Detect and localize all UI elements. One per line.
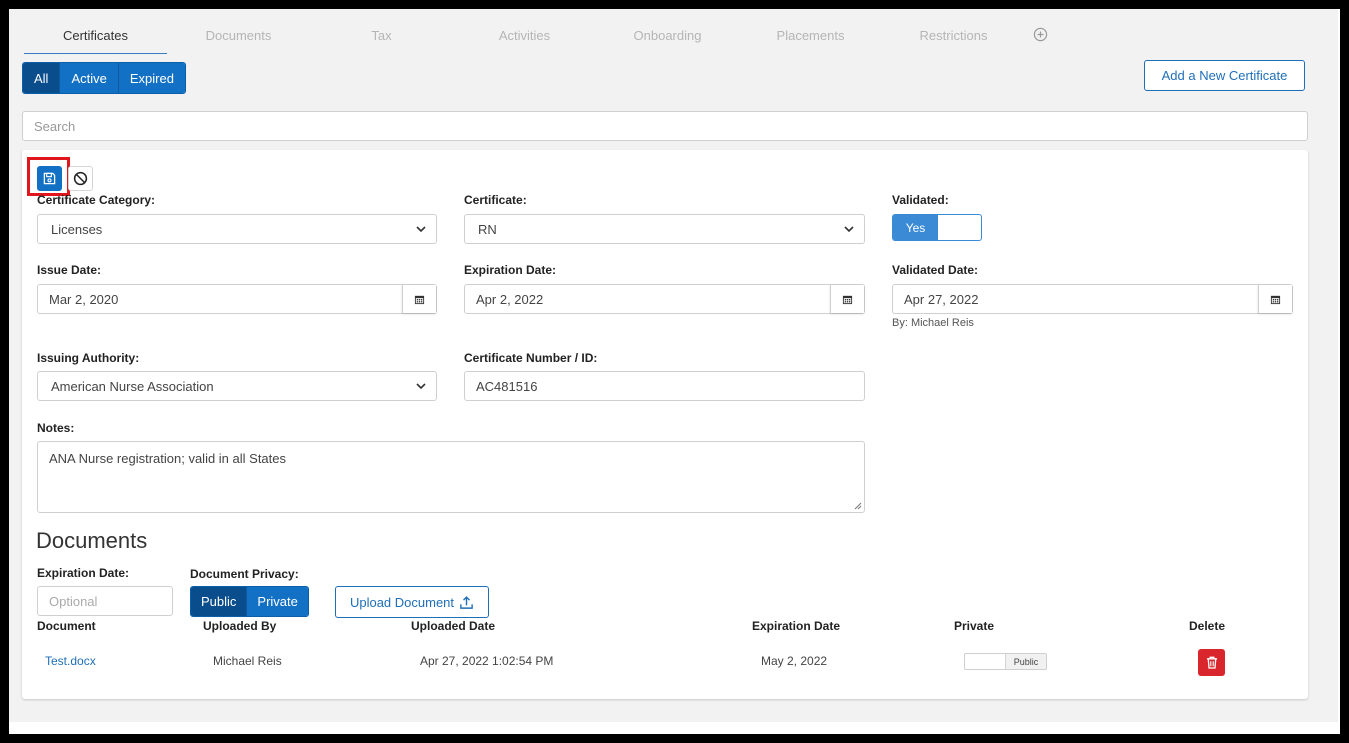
tab-placements[interactable]: Placements [739,23,882,54]
column-header-expiration-date: Expiration Date [752,619,841,633]
tab-bar: Certificates Documents Tax Activities On… [24,23,1055,55]
filter-all-button[interactable]: All [23,63,61,93]
certificate-category-label: Certificate Category: [37,193,156,207]
tab-tax[interactable]: Tax [310,23,453,54]
add-new-certificate-button[interactable]: Add a New Certificate [1144,60,1305,91]
notes-label: Notes: [37,421,75,435]
issue-date-label: Issue Date: [37,263,102,277]
delete-document-button[interactable] [1198,649,1225,676]
validated-by-text: By: Michael Reis [892,317,974,329]
trash-icon [1206,656,1217,669]
filter-active-button[interactable]: Active [60,63,119,93]
filter-expired-button[interactable]: Expired [118,63,185,93]
app-screen: Certificates Documents Tax Activities On… [9,9,1338,722]
certificate-number-value: AC481516 [476,378,538,394]
add-tab-button[interactable] [1025,23,1055,51]
issuing-authority-label: Issuing Authority: [37,351,140,365]
document-expiration-label: Expiration Date: [37,566,130,580]
column-header-private: Private [954,619,995,633]
certificate-number-label: Certificate Number / ID: [464,351,598,365]
tab-certificates[interactable]: Certificates [24,23,167,54]
privacy-toggle-label: Public [1005,654,1046,669]
certificate-select[interactable]: RN [464,214,865,244]
validated-date-value: Apr 27, 2022 [904,291,979,307]
column-header-delete: Delete [1189,619,1226,633]
chevron-down-icon [416,226,426,233]
expiration-date-value: Apr 2, 2022 [476,291,544,307]
certificate-category-value: Licenses [51,221,103,237]
validated-date-calendar-button[interactable] [1258,285,1292,313]
upload-document-label: Upload Document [349,594,455,610]
expiration-date-field[interactable]: Apr 2, 2022 [464,284,865,314]
status-filter-group: All Active Expired [22,62,186,94]
upload-document-button[interactable]: Upload Document [335,586,489,618]
tab-activities[interactable]: Activities [453,23,596,54]
tab-documents[interactable]: Documents [167,23,310,54]
ban-icon [73,171,88,186]
issuing-authority-select[interactable]: American Nurse Association [37,371,437,401]
expiration-date-calendar-button[interactable] [830,285,864,313]
documents-heading: Documents [36,528,148,553]
validated-toggle-value: Yes [893,215,938,240]
validated-label: Validated: [892,193,949,207]
certificate-label: Certificate: [464,193,527,207]
expiration-date-cell: May 2, 2022 [761,654,828,668]
document-privacy-toggle[interactable]: Public [964,653,1047,670]
certificate-number-input[interactable]: AC481516 [464,371,865,401]
issue-date-calendar-button[interactable] [402,285,436,313]
tab-restrictions[interactable]: Restrictions [882,23,1025,54]
save-button[interactable] [37,166,62,191]
document-privacy-label: Document Privacy: [190,567,299,581]
privacy-toggle-knob [965,654,1005,669]
calendar-icon [414,295,425,304]
document-privacy-group: Public Private [190,586,309,617]
issuing-authority-value: American Nurse Association [51,378,214,394]
document-link[interactable]: Test.docx [45,654,96,668]
uploaded-by-cell: Michael Reis [213,654,282,668]
save-icon [43,172,56,185]
column-header-document: Document [37,619,96,633]
notes-textarea[interactable]: ANA Nurse registration; valid in all Sta… [37,441,865,513]
certificate-value: RN [478,221,497,237]
search-input[interactable] [22,111,1308,141]
notes-value: ANA Nurse registration; valid in all Sta… [49,451,286,466]
uploaded-date-cell: Apr 27, 2022 1:02:54 PM [420,654,554,668]
plus-circle-icon [1033,27,1047,42]
document-expiration-input[interactable] [37,586,173,616]
calendar-icon [1270,295,1281,304]
privacy-public-button[interactable]: Public [191,587,248,616]
resize-grip-icon[interactable] [854,502,862,510]
validated-toggle[interactable]: Yes [892,214,982,241]
certificate-category-select[interactable]: Licenses [37,214,437,244]
issue-date-value: Mar 2, 2020 [49,291,119,307]
expiration-date-label: Expiration Date: [464,263,557,277]
validated-date-field[interactable]: Apr 27, 2022 [892,284,1293,314]
column-header-uploaded-date: Uploaded Date [411,619,496,633]
column-header-uploaded-by: Uploaded By [203,619,277,633]
issue-date-field[interactable]: Mar 2, 2020 [37,284,437,314]
chevron-down-icon [844,226,854,233]
privacy-private-button[interactable]: Private [247,587,308,616]
validated-date-label: Validated Date: [892,263,979,277]
calendar-icon [842,295,853,304]
chevron-down-icon [416,383,426,390]
upload-icon [460,595,473,609]
cancel-button[interactable] [68,166,93,191]
tab-onboarding[interactable]: Onboarding [596,23,739,54]
